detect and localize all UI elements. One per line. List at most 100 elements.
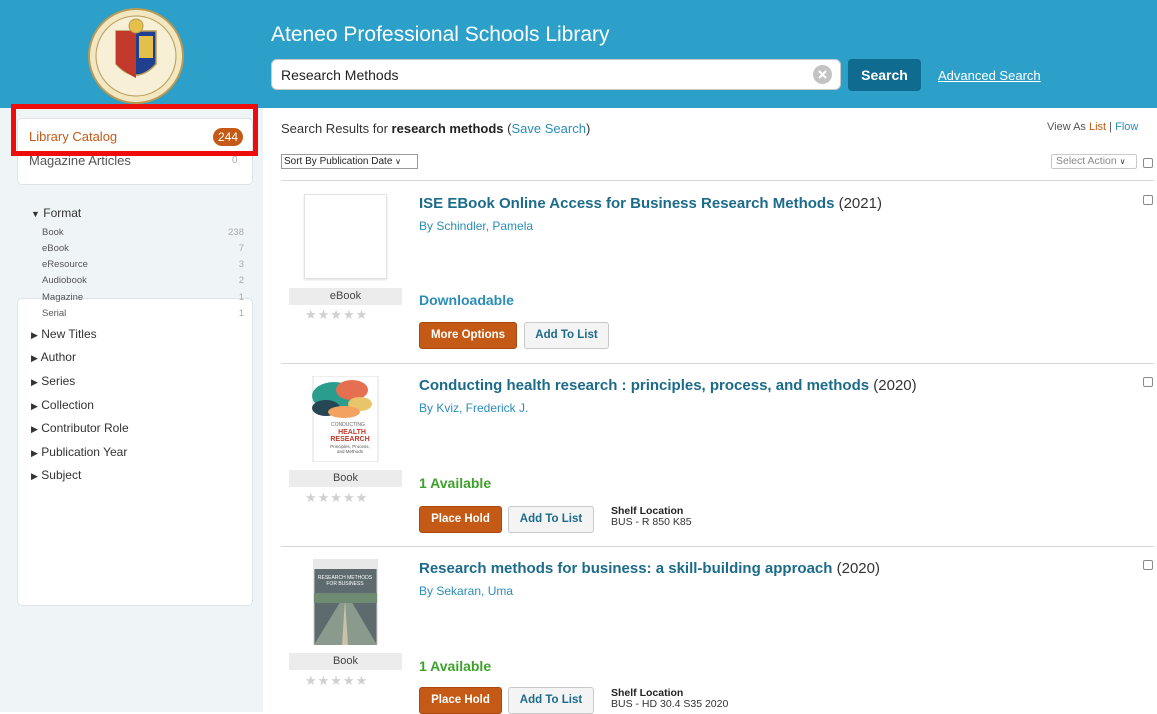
rating-stars[interactable]: ★★★★★ xyxy=(305,307,368,323)
result-title-text[interactable]: Conducting health research : principles,… xyxy=(419,377,869,394)
facet-format-count: 2 xyxy=(238,275,244,286)
facet-format-item[interactable]: Magazine xyxy=(42,292,83,303)
facet-author[interactable]: ▶ Author xyxy=(31,350,76,364)
chevron-down-icon: ∨ xyxy=(395,157,402,166)
facet-format-item[interactable]: Book xyxy=(42,227,64,238)
caret-right-icon: ▶ xyxy=(31,330,38,340)
result-author[interactable]: By Schindler, Pamela xyxy=(419,219,533,233)
facet-format-label: Format xyxy=(43,206,82,220)
facet-format-count: 7 xyxy=(238,243,244,254)
facet-label: Series xyxy=(41,374,76,388)
facet-label: New Titles xyxy=(41,327,97,341)
view-as-label: View As xyxy=(1047,121,1086,133)
rating-stars[interactable]: ★★★★★ xyxy=(305,490,368,506)
shelf-location: Shelf Location BUS - HD 30.4 S35 2020 xyxy=(611,688,728,710)
facet-format-count: 1 xyxy=(238,308,244,319)
facet-label: Contributor Role xyxy=(41,421,129,435)
chevron-down-icon: ∨ xyxy=(1119,157,1126,166)
add-to-list-button[interactable]: Add To List xyxy=(508,687,594,714)
facet-format-item[interactable]: eBook xyxy=(42,243,69,254)
results-query: research methods xyxy=(391,121,504,136)
cover-line: RESEARCH xyxy=(330,436,369,443)
result-title-text[interactable]: Research methods for business: a skill-b… xyxy=(419,560,832,577)
caret-down-icon: ▼ xyxy=(31,209,40,219)
caret-right-icon: ▶ xyxy=(31,353,38,363)
caret-right-icon: ▶ xyxy=(31,471,38,481)
book-cover[interactable]: CONDUCTING HEALTH RESEARCH Principles, P… xyxy=(304,375,387,463)
view-flow-link[interactable]: Flow xyxy=(1115,121,1138,133)
select-all-checkbox[interactable] xyxy=(1143,158,1153,168)
cover-line: HEALTH xyxy=(338,429,366,436)
facet-subject[interactable]: ▶ Subject xyxy=(31,468,81,482)
facet-format-item[interactable]: Serial xyxy=(42,308,66,319)
divider xyxy=(281,363,1154,364)
result-title[interactable]: Research methods for business: a skill-b… xyxy=(419,560,880,577)
cover-line: FOR BUSINESS xyxy=(326,581,364,587)
result-title[interactable]: Conducting health research : principles,… xyxy=(419,377,917,394)
facet-format-item[interactable]: Audiobook xyxy=(42,275,87,286)
add-to-list-button[interactable]: Add To List xyxy=(508,506,594,533)
shelf-location-value: BUS - HD 30.4 S35 2020 xyxy=(611,698,729,710)
caret-right-icon: ▶ xyxy=(31,448,38,458)
facet-format-item[interactable]: eResource xyxy=(42,259,88,270)
shelf-location: Shelf Location BUS - R 850 K85 xyxy=(611,506,692,528)
result-author[interactable]: By Sekaran, Uma xyxy=(419,584,513,598)
caret-right-icon: ▶ xyxy=(31,377,38,387)
place-hold-button[interactable]: Place Hold xyxy=(419,687,502,714)
format-label: Book xyxy=(289,470,402,487)
view-list-link[interactable]: List xyxy=(1089,121,1106,133)
result-year: (2021) xyxy=(838,195,882,212)
ateneo-seal-logo[interactable] xyxy=(80,6,192,106)
book-cover[interactable] xyxy=(304,194,387,279)
results-heading: Search Results for research methods (Sav… xyxy=(281,121,591,136)
availability-status: Downloadable xyxy=(419,292,514,308)
add-to-list-button[interactable]: Add To List xyxy=(524,322,609,349)
divider xyxy=(281,180,1154,181)
result-title[interactable]: ISE EBook Online Access for Business Res… xyxy=(419,195,882,212)
facet-contributor-role[interactable]: ▶ Contributor Role xyxy=(31,421,129,435)
shelf-location-value: BUS - R 850 K85 xyxy=(611,516,692,528)
facet-label: Subject xyxy=(41,468,82,482)
facet-label: Publication Year xyxy=(41,445,128,459)
book-cover[interactable]: RESEARCH METHODS FOR BUSINESS xyxy=(304,558,387,646)
cover-line: and Methods xyxy=(337,449,364,454)
rating-stars[interactable]: ★★★★★ xyxy=(305,673,368,689)
facet-new-titles[interactable]: ▶ New Titles xyxy=(31,327,97,341)
sort-select-value: Sort By Publication Date xyxy=(284,156,393,167)
result-checkbox[interactable] xyxy=(1143,377,1153,387)
format-label: eBook xyxy=(289,288,402,305)
search-button[interactable]: Search xyxy=(848,59,921,91)
availability-status: 1 Available xyxy=(419,475,492,491)
result-checkbox[interactable] xyxy=(1143,560,1153,570)
more-options-button[interactable]: More Options xyxy=(419,322,517,349)
place-hold-button[interactable]: Place Hold xyxy=(419,506,502,533)
cover-line: CONDUCTING xyxy=(331,422,365,428)
caret-right-icon: ▶ xyxy=(31,424,38,434)
facet-label: Author xyxy=(40,350,76,364)
result-title-text[interactable]: ISE EBook Online Access for Business Res… xyxy=(419,195,834,212)
sort-select[interactable]: Sort By Publication Date ∨ xyxy=(281,154,418,169)
facet-format[interactable]: ▼ Format xyxy=(31,206,81,220)
result-checkbox[interactable] xyxy=(1143,195,1153,205)
result-year: (2020) xyxy=(836,560,880,577)
facet-series[interactable]: ▶ Series xyxy=(31,374,75,388)
result-author[interactable]: By Kviz, Frederick J. xyxy=(419,401,528,415)
result-year: (2020) xyxy=(873,377,917,394)
facet-label: Collection xyxy=(41,398,94,412)
site-title[interactable]: Ateneo Professional Schools Library xyxy=(271,23,610,47)
facet-collection[interactable]: ▶ Collection xyxy=(31,398,94,412)
select-action-dropdown[interactable]: Select Action ∨ xyxy=(1051,154,1137,169)
advanced-search-link[interactable]: Advanced Search xyxy=(938,68,1041,83)
save-search-link[interactable]: Save Search xyxy=(512,121,586,136)
magazine-articles-count: 0 xyxy=(232,155,238,166)
results-prefix: Search Results for xyxy=(281,121,392,136)
availability-status: 1 Available xyxy=(419,658,492,674)
view-as-toggle: View As List | Flow xyxy=(1047,121,1139,133)
search-input[interactable] xyxy=(271,59,841,90)
format-label: Book xyxy=(289,653,402,670)
clear-search-icon[interactable] xyxy=(813,65,832,84)
select-action-value: Select Action xyxy=(1056,155,1117,167)
facet-format-count: 3 xyxy=(238,259,244,270)
facet-format-count: 238 xyxy=(228,227,244,238)
facet-publication-year[interactable]: ▶ Publication Year xyxy=(31,445,127,459)
